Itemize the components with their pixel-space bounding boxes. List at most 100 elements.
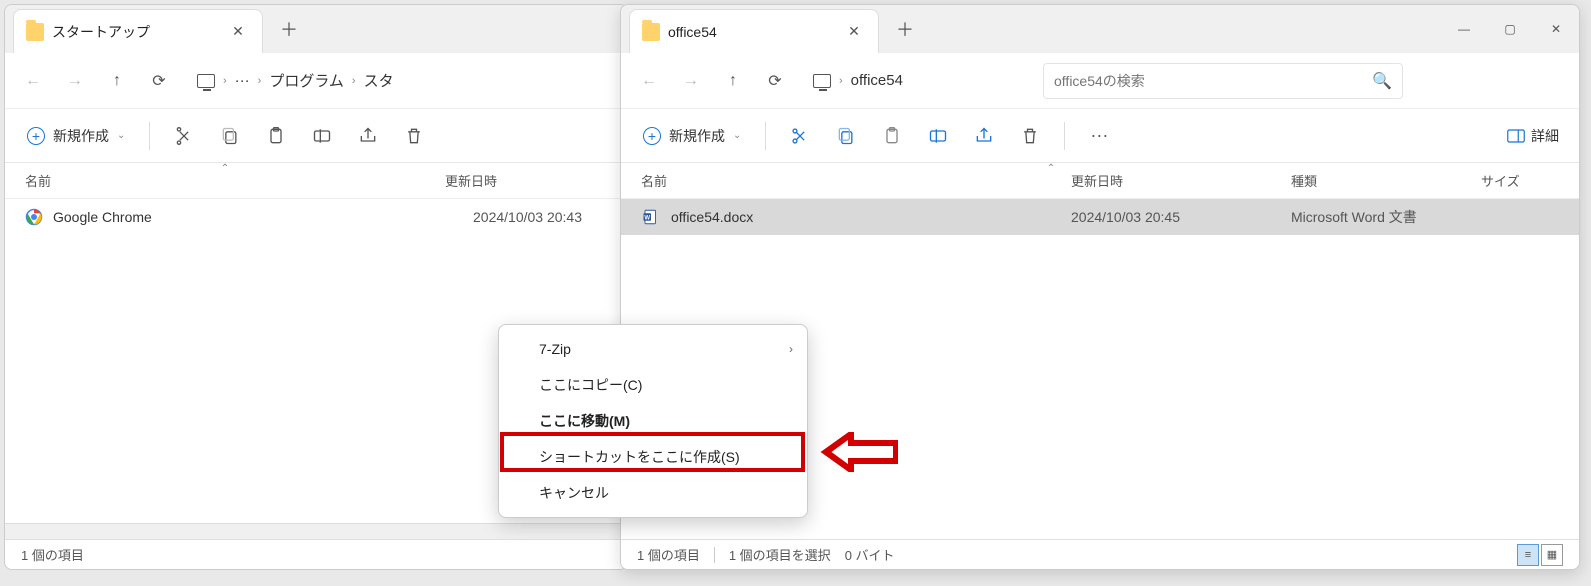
share-button[interactable]: [962, 116, 1006, 156]
up-button[interactable]: ↑: [713, 61, 753, 101]
folder-icon: [26, 23, 44, 41]
more-button[interactable]: ···: [1077, 116, 1121, 156]
menu-label: キャンセル: [539, 483, 609, 503]
tab-label: スタートアップ: [52, 22, 216, 42]
menu-cancel[interactable]: キャンセル: [499, 475, 807, 511]
cut-button[interactable]: [778, 116, 822, 156]
details-button[interactable]: 詳細: [1497, 126, 1569, 146]
file-date: 2024/10/03 20:45: [1071, 209, 1291, 225]
copy-button[interactable]: [208, 116, 252, 156]
svg-text:W: W: [644, 215, 650, 221]
new-tab-button[interactable]: ＋: [271, 11, 307, 47]
plus-circle-icon: +: [643, 127, 661, 145]
h-scrollbar[interactable]: [5, 523, 627, 539]
back-button[interactable]: ←: [13, 61, 53, 101]
file-name: office54.docx: [671, 209, 1071, 225]
tab-office54[interactable]: office54 ✕: [629, 9, 879, 53]
col-size[interactable]: サイズ: [1481, 171, 1559, 190]
new-label: 新規作成: [669, 126, 725, 146]
status-count: 1 個の項目: [637, 545, 700, 564]
copy-button[interactable]: [824, 116, 868, 156]
forward-button[interactable]: →: [55, 61, 95, 101]
view-icons-button[interactable]: ▦: [1541, 544, 1563, 566]
rename-button[interactable]: [916, 116, 960, 156]
col-date[interactable]: 更新日時: [445, 171, 628, 190]
view-details-button[interactable]: ≡: [1517, 544, 1539, 566]
breadcrumb-seg[interactable]: プログラム: [269, 70, 344, 91]
up-button[interactable]: ↑: [97, 61, 137, 101]
close-window-button[interactable]: ✕: [1533, 7, 1579, 51]
share-icon: [974, 126, 994, 146]
new-button[interactable]: + 新規作成 ⌄: [15, 117, 137, 155]
cut-button[interactable]: [162, 116, 206, 156]
address-bar[interactable]: › office54: [803, 61, 1033, 101]
minimize-button[interactable]: —: [1441, 7, 1487, 51]
col-name[interactable]: 名前: [641, 171, 1071, 190]
refresh-button[interactable]: ⟳: [755, 61, 795, 101]
column-headers: ⌃ 名前 更新日時: [5, 163, 627, 199]
chevron-right-icon: ›: [839, 75, 843, 87]
trash-icon: [404, 126, 424, 146]
menu-label: ここに移動(M): [539, 411, 630, 431]
col-name[interactable]: 名前: [25, 171, 445, 190]
sort-asc-icon: ⌃: [1047, 163, 1055, 174]
close-tab-icon[interactable]: ✕: [840, 18, 868, 46]
refresh-button[interactable]: ⟳: [139, 61, 179, 101]
delete-button[interactable]: [1008, 116, 1052, 156]
clipboard-icon: [266, 126, 286, 146]
delete-button[interactable]: [392, 116, 436, 156]
status-bar: 1 個の項目 1 個の項目を選択 0 バイト ≡ ▦: [621, 539, 1579, 569]
status-size: 0 バイト: [845, 545, 895, 564]
rename-button[interactable]: [300, 116, 344, 156]
menu-move-here[interactable]: ここに移動(M): [499, 403, 807, 439]
menu-label: ここにコピー(C): [539, 375, 642, 395]
separator: [714, 547, 715, 563]
status-count: 1 個の項目: [21, 545, 84, 564]
back-button[interactable]: ←: [629, 61, 669, 101]
new-tab-button[interactable]: ＋: [887, 11, 923, 47]
address-bar[interactable]: › ··· › プログラム › スタ: [187, 61, 619, 101]
maximize-button[interactable]: ▢: [1487, 7, 1533, 51]
folder-icon: [642, 23, 660, 41]
col-date[interactable]: 更新日時: [1071, 171, 1291, 190]
search-input[interactable]: [1054, 73, 1372, 89]
chevron-down-icon: ⌄: [733, 130, 741, 141]
file-row[interactable]: W office54.docx 2024/10/03 20:45 Microso…: [621, 199, 1579, 235]
breadcrumb-seg[interactable]: スタ: [364, 70, 394, 91]
copy-icon: [220, 126, 240, 146]
sort-asc-icon: ⌃: [221, 163, 229, 174]
toolbar: + 新規作成 ⌄: [5, 109, 627, 163]
column-headers: ⌃ 名前 更新日時 種類 サイズ: [621, 163, 1579, 199]
breadcrumb-ellipsis[interactable]: ···: [235, 72, 250, 89]
forward-button[interactable]: →: [671, 61, 711, 101]
menu-copy-here[interactable]: ここにコピー(C): [499, 367, 807, 403]
paste-button[interactable]: [870, 116, 914, 156]
details-label: 詳細: [1531, 126, 1559, 146]
plus-circle-icon: +: [27, 127, 45, 145]
paste-button[interactable]: [254, 116, 298, 156]
view-buttons: ≡ ▦: [1517, 544, 1563, 566]
window-controls: — ▢ ✕: [1441, 7, 1579, 51]
tab-startup[interactable]: スタートアップ ✕: [13, 9, 263, 53]
trash-icon: [1020, 126, 1040, 146]
new-button[interactable]: + 新規作成 ⌄: [631, 117, 753, 155]
word-doc-icon: W: [641, 207, 661, 227]
chevron-right-icon: ›: [258, 75, 262, 87]
file-row[interactable]: Google Chrome 2024/10/03 20:43: [5, 199, 627, 235]
status-selected: 1 個の項目を選択: [729, 545, 831, 564]
breadcrumb-seg[interactable]: office54: [851, 72, 903, 89]
col-type[interactable]: 種類: [1291, 171, 1481, 190]
titlebar: office54 ✕ ＋ — ▢ ✕: [621, 5, 1579, 53]
menu-create-shortcut[interactable]: ショートカットをここに作成(S): [499, 439, 807, 475]
nav-bar: ← → ↑ ⟳ › office54 🔍: [621, 53, 1579, 109]
chrome-icon: [25, 207, 43, 227]
tab-label: office54: [668, 24, 832, 40]
share-button[interactable]: [346, 116, 390, 156]
menu-7zip[interactable]: 7-Zip›: [499, 331, 807, 367]
search-box[interactable]: 🔍: [1043, 63, 1403, 99]
clipboard-icon: [882, 126, 902, 146]
status-bar: 1 個の項目: [5, 539, 627, 569]
close-tab-icon[interactable]: ✕: [224, 18, 252, 46]
rename-icon: [928, 126, 948, 146]
toolbar: + 新規作成 ⌄ ··· 詳細: [621, 109, 1579, 163]
